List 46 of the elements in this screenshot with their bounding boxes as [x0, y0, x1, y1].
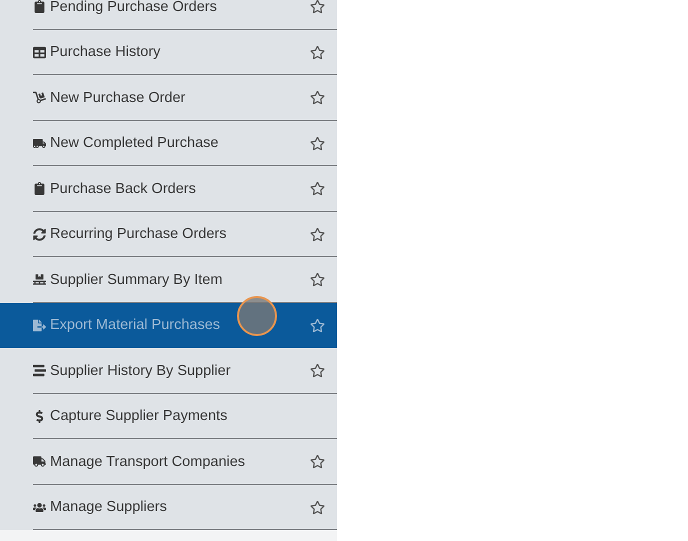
menu-item[interactable]: Pending Purchase Orders [0, 0, 337, 30]
menu-item[interactable]: Supplier Summary By Item [0, 257, 337, 302]
star-icon[interactable] [310, 44, 325, 60]
menu-item-label: Pending Purchase Orders [50, 0, 218, 15]
clipboard-icon [33, 0, 46, 14]
pallet-icon [33, 273, 46, 286]
table-icon [33, 46, 46, 59]
menu-item-label: New Completed Purchase [50, 135, 220, 152]
star-icon[interactable] [310, 454, 325, 470]
menu-item[interactable]: New Purchase Order [0, 75, 337, 120]
menu-item-label: Supplier Summary By Item [50, 272, 224, 288]
menu-item[interactable]: Supplier History By Supplier [0, 348, 337, 394]
menu-item-label: Export Material Purchases [50, 317, 222, 334]
menu-item[interactable]: Recurring Purchase Orders [0, 212, 337, 257]
star-icon[interactable] [310, 272, 325, 288]
truck-icon [33, 136, 46, 150]
list-icon [33, 364, 46, 378]
star-icon[interactable] [310, 0, 325, 14]
star-icon[interactable] [310, 136, 325, 151]
star-icon[interactable] [310, 363, 325, 378]
star-icon[interactable] [310, 226, 325, 242]
menu-item-label: Manage Transport Companies [50, 454, 246, 470]
menu-item-label: Recurring Purchase Orders [50, 226, 228, 242]
menu-item-label: Purchase Back Orders [50, 180, 197, 197]
refresh-icon [33, 228, 46, 241]
file-icon [33, 318, 46, 332]
menu-item[interactable]: Capture Supplier Payments [0, 394, 337, 439]
clipboard-icon [33, 182, 46, 196]
menu-item-label: Purchase History [50, 44, 162, 60]
dolly-icon [33, 91, 46, 104]
menu-item-label: Capture Supplier Payments [50, 408, 228, 424]
menu-item-label: Supplier History By Supplier [50, 362, 232, 379]
menu-item[interactable]: Manage Suppliers [0, 484, 337, 530]
menu-item-label: New Purchase Order [50, 90, 186, 106]
menu-item[interactable]: Manage Transport Companies [0, 439, 337, 484]
menu-item[interactable]: New Completed Purchase [0, 120, 337, 166]
menu-item[interactable]: Purchase Back Orders [0, 166, 337, 212]
dollar-icon [33, 410, 46, 423]
menu-item-label: Manage Suppliers [50, 499, 168, 516]
star-icon[interactable] [310, 500, 325, 515]
star-icon[interactable] [310, 181, 325, 196]
users-icon [33, 500, 46, 514]
truck-icon [33, 455, 46, 468]
menu-item[interactable]: Purchase History [0, 30, 337, 75]
star-icon[interactable] [310, 90, 325, 106]
star-icon[interactable] [310, 318, 325, 333]
